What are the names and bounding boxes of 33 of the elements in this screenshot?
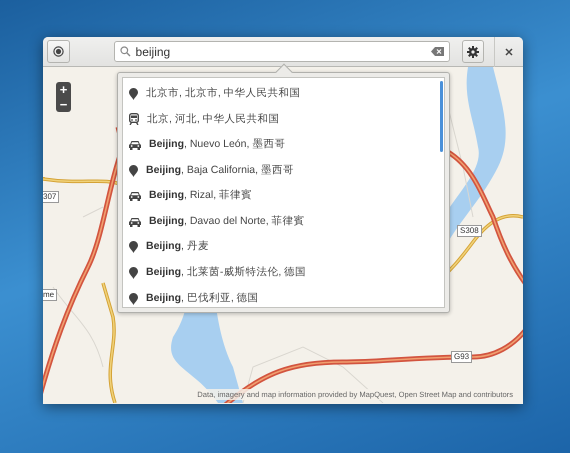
car-icon — [129, 191, 141, 202]
pin-icon — [129, 164, 138, 177]
settings-icon — [466, 46, 479, 58]
result-item[interactable]: Beijing, 北莱茵-威斯特法伦, 德国 — [146, 265, 306, 281]
clear-icon[interactable] — [430, 47, 444, 56]
zoom-out-button[interactable]: − — [56, 97, 71, 112]
road-label: S308 — [457, 225, 482, 237]
scrollbar[interactable] — [440, 81, 443, 152]
result-item[interactable]: Beijing, Baja California, 墨西哥 — [146, 162, 294, 178]
settings-button[interactable] — [462, 40, 484, 63]
result-item[interactable]: Beijing, Davao del Norte, 菲律賓 — [149, 214, 305, 230]
road-label: G93 — [451, 351, 472, 363]
train-icon — [129, 113, 139, 126]
location-icon — [52, 46, 64, 57]
zoom-in-button[interactable]: + — [56, 82, 71, 97]
pin-icon — [129, 292, 138, 305]
result-item[interactable]: 北京市, 北京市, 中华人民共和国 — [146, 86, 301, 102]
result-item[interactable]: Beijing, Rizal, 菲律賓 — [149, 188, 252, 204]
road-label: 307 — [43, 191, 60, 203]
result-item[interactable]: Beijing, Nuevo León, 墨西哥 — [149, 137, 286, 153]
result-item[interactable]: Beijing, 巴伐利亚, 德国 — [146, 290, 259, 306]
car-icon — [129, 140, 141, 150]
pin-icon — [129, 88, 138, 100]
pin-icon — [129, 266, 138, 279]
search-icon — [120, 46, 131, 57]
car-icon — [129, 216, 141, 227]
result-item[interactable]: Beijing, 丹麦 — [146, 239, 209, 256]
road-label: me — [43, 289, 58, 301]
close-icon — [505, 48, 513, 56]
locate-button[interactable] — [47, 40, 70, 63]
search-field[interactable]: beijing — [114, 41, 450, 62]
pin-icon — [129, 241, 138, 254]
result-item[interactable]: 北京, 河北, 中华人民共和国 — [147, 112, 280, 128]
